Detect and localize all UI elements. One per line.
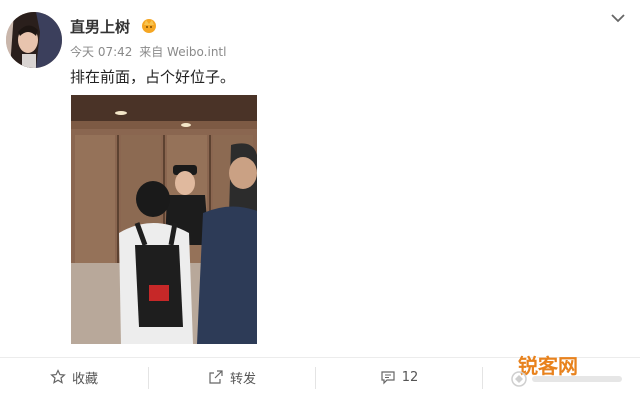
- post-source[interactable]: 来自 Weibo.intl: [139, 45, 226, 59]
- repost-button[interactable]: 转发: [149, 358, 315, 396]
- comment-button[interactable]: 12: [316, 358, 482, 396]
- chevron-down-icon[interactable]: [606, 8, 630, 28]
- comment-count: 12: [401, 369, 419, 385]
- share-icon: [209, 370, 223, 384]
- watermark: 锐客网: [508, 348, 636, 392]
- avatar[interactable]: [6, 12, 62, 68]
- avatar-image: [6, 12, 62, 68]
- username[interactable]: 直男上树: [70, 16, 130, 37]
- favorite-label: 收藏: [71, 371, 98, 387]
- comment-icon: [381, 371, 395, 385]
- star-icon: [50, 369, 66, 384]
- post-photo[interactable]: [71, 95, 257, 344]
- repost-label: 转发: [229, 371, 256, 387]
- photo-image: [71, 95, 257, 344]
- favorite-button[interactable]: 收藏: [0, 358, 148, 396]
- post-text: 排在前面，占个好位子。: [70, 68, 236, 86]
- crown-badge-icon: [140, 16, 158, 34]
- post-time[interactable]: 今天 07:42: [70, 45, 132, 59]
- watermark-handle-image: [511, 371, 622, 387]
- toolbar-divider: [482, 367, 483, 389]
- post-meta: 今天 07:42 来自 Weibo.intl: [70, 43, 229, 60]
